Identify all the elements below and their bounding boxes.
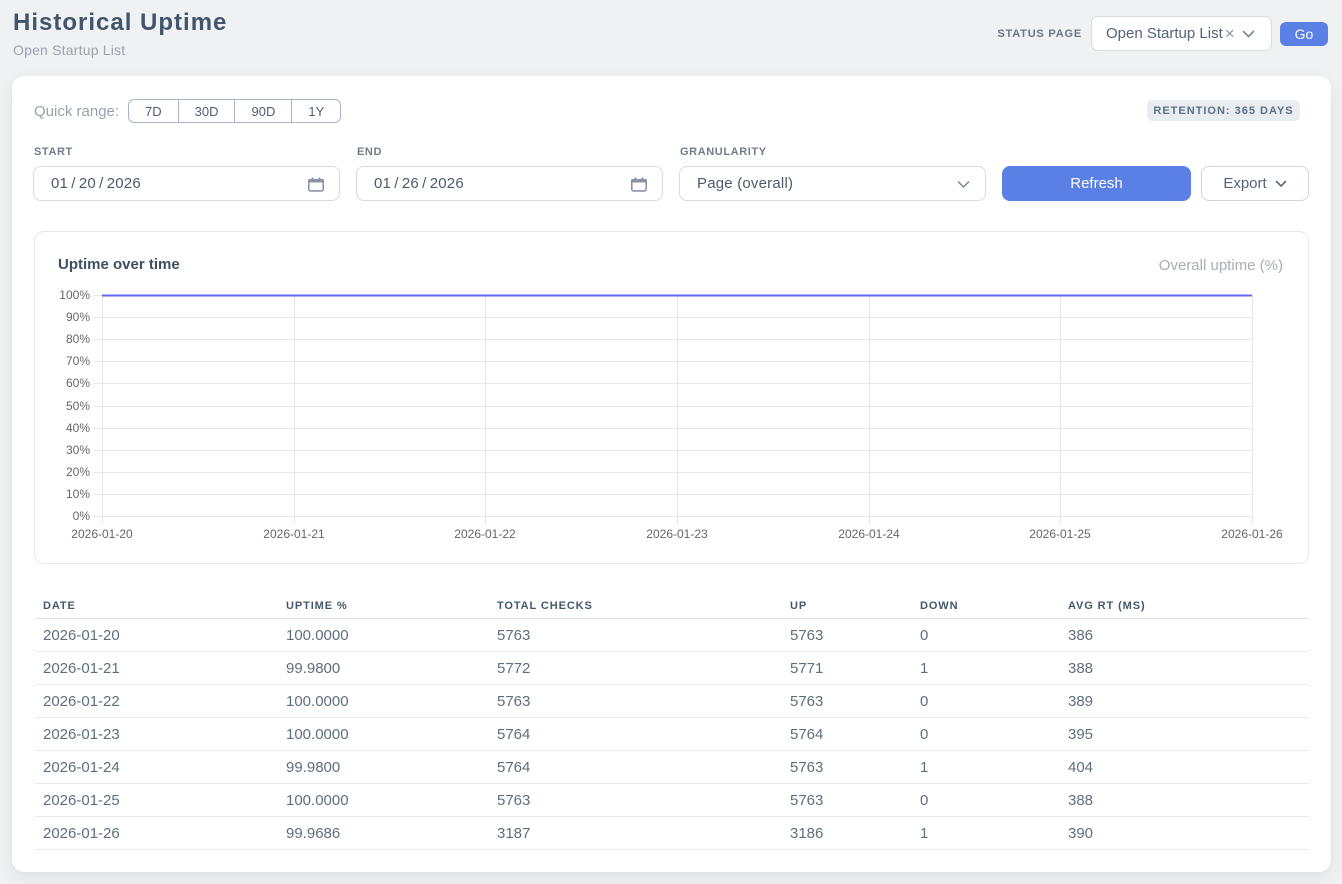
svg-text:100%: 100% [59,288,90,302]
svg-text:10%: 10% [66,487,90,501]
svg-text:90%: 90% [66,310,90,324]
svg-text:2026-01-21: 2026-01-21 [263,527,325,541]
svg-text:2026-01-26: 2026-01-26 [1221,527,1283,541]
svg-text:2026-01-20: 2026-01-20 [71,527,133,541]
svg-text:0%: 0% [73,509,91,523]
svg-text:30%: 30% [66,443,90,457]
svg-text:60%: 60% [66,376,90,390]
svg-text:2026-01-25: 2026-01-25 [1029,527,1091,541]
svg-text:70%: 70% [66,354,90,368]
svg-text:2026-01-23: 2026-01-23 [646,527,708,541]
svg-text:50%: 50% [66,399,90,413]
svg-text:2026-01-24: 2026-01-24 [838,527,900,541]
svg-text:40%: 40% [66,421,90,435]
svg-text:2026-01-22: 2026-01-22 [454,527,516,541]
svg-text:80%: 80% [66,332,90,346]
svg-text:20%: 20% [66,465,90,479]
